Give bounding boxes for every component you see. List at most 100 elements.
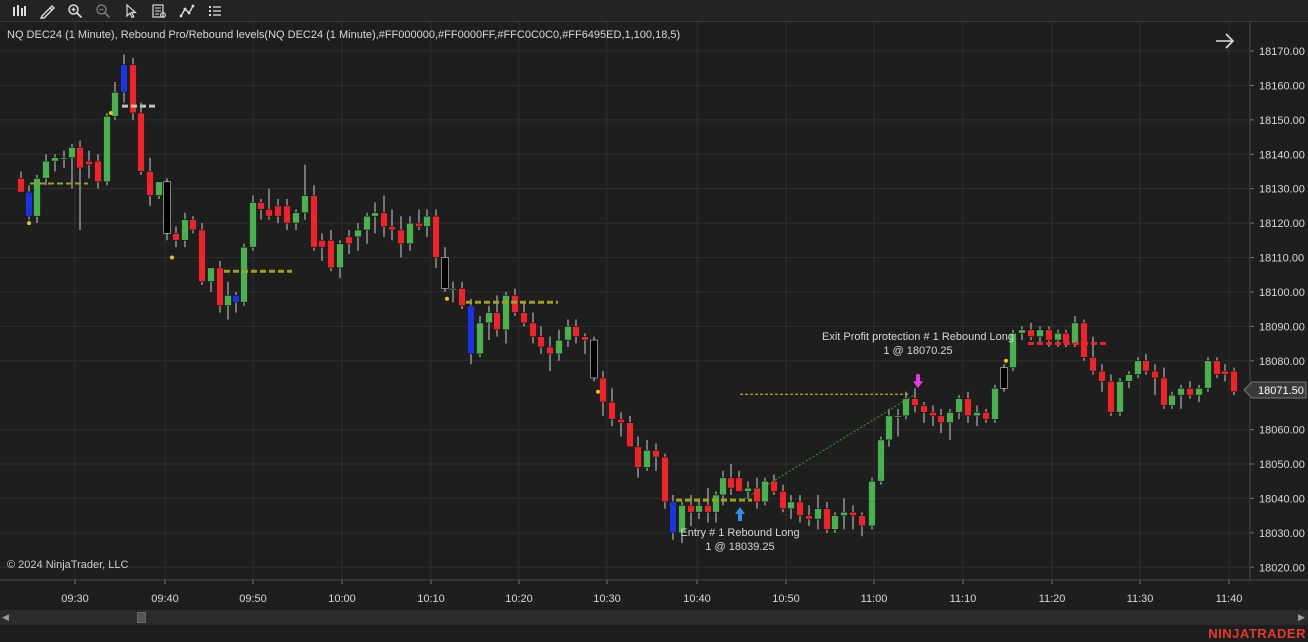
zoom-in-icon[interactable] [65, 1, 85, 20]
signal-dot [27, 221, 31, 226]
candle-body [661, 456, 669, 503]
candle-body [1213, 360, 1221, 375]
candle-body [42, 160, 50, 179]
time-label: 10:40 [683, 593, 711, 605]
time-label: 11:40 [1216, 593, 1243, 605]
properties-icon[interactable] [205, 1, 225, 20]
time-label: 09:30 [61, 593, 89, 605]
price-label: 18170.00 [1259, 46, 1305, 58]
candle-body [529, 322, 537, 337]
candle-body [380, 212, 388, 227]
candle-body [982, 412, 990, 420]
price-label: 18100.00 [1259, 287, 1305, 299]
candle-body [849, 511, 857, 516]
candle-body [911, 398, 919, 406]
data-box-icon[interactable] [149, 1, 169, 20]
chart-toolbar [0, 0, 1308, 22]
bar-type-icon[interactable] [9, 1, 29, 20]
candle-body [1027, 329, 1035, 337]
price-chart[interactable]: 18170.00 18160.00 18150.00 18140.00 18130.00… [0, 22, 1308, 610]
candle-body [1125, 374, 1133, 382]
candle-body [546, 346, 554, 355]
candle-body [137, 112, 145, 172]
arrow-right-icon[interactable] [1214, 32, 1236, 50]
pointer-icon[interactable] [121, 1, 141, 20]
candle-body [207, 267, 215, 282]
drawing-tools-icon[interactable] [37, 1, 57, 20]
candle-body [292, 212, 300, 224]
signal-dot [445, 296, 449, 301]
price-label: 18040.00 [1259, 493, 1305, 505]
candle-body [1089, 357, 1097, 372]
candle-body [485, 312, 493, 324]
entry-annotation-line2: 1 @ 18039.25 [705, 541, 774, 553]
candle-body [814, 508, 822, 520]
candle-body [327, 239, 335, 269]
time-label: 09:40 [151, 593, 179, 605]
candle-body [520, 312, 528, 324]
candle-body [1080, 322, 1088, 358]
candle-body [929, 412, 937, 417]
exit-arrow-icon [913, 374, 923, 389]
scroll-thumb[interactable] [137, 612, 146, 623]
candle-body [704, 505, 712, 513]
time-label: 10:00 [328, 593, 356, 605]
candle-body [1177, 387, 1185, 396]
candle-body [232, 295, 240, 303]
candle-body [274, 205, 282, 217]
chart-panel[interactable]: 18170.00 18160.00 18150.00 18140.00 18130.00… [0, 22, 1308, 610]
candle-body [345, 236, 353, 245]
candle-body [423, 215, 431, 227]
current-price-label: 18071.50 [1258, 385, 1304, 397]
candle-body [76, 147, 84, 169]
candle-body [652, 449, 660, 458]
price-label: 18050.00 [1259, 459, 1305, 471]
entry-arrow-icon [735, 507, 745, 522]
candle-body [868, 480, 876, 527]
indicators-icon[interactable] [177, 1, 197, 20]
price-label: 18090.00 [1259, 321, 1305, 333]
candle-body [1018, 329, 1026, 334]
candle-body [805, 515, 813, 520]
price-label: 18160.00 [1259, 80, 1305, 92]
candle-body [744, 487, 752, 492]
chart-title: NQ DEC24 (1 Minute), Rebound Pro/Rebound… [7, 29, 681, 41]
candle-body [695, 505, 703, 513]
price-label: 18080.00 [1259, 356, 1305, 368]
candle-body [1134, 360, 1142, 375]
zoom-out-icon[interactable] [93, 1, 113, 20]
candle-body [1151, 370, 1159, 379]
price-label: 18150.00 [1259, 115, 1305, 127]
candle-body [172, 233, 180, 241]
candle-body [51, 157, 59, 162]
candle-body [371, 212, 379, 217]
candle-body [415, 222, 423, 227]
candle-body [719, 477, 727, 496]
candle-body [511, 295, 519, 313]
candle-body [537, 336, 545, 348]
candle-body [397, 229, 405, 245]
candle-body [877, 439, 885, 482]
candle-body [937, 415, 945, 424]
copyright-text: © 2024 NinjaTrader, LLC [7, 559, 129, 571]
scroll-left-icon[interactable]: ◀ [2, 613, 10, 622]
candle-body [608, 401, 616, 420]
scroll-right-icon[interactable]: ▶ [1298, 613, 1306, 622]
horizontal-scrollbar[interactable]: ◀ ▶ [0, 610, 1308, 625]
exit-annotation-line1: Exit Profit protection # 1 Rebound Long [822, 331, 1014, 343]
candle-body [25, 191, 33, 217]
candle-body [572, 326, 580, 337]
candle-body [17, 178, 25, 193]
candle-body [1230, 370, 1238, 393]
candle-body [946, 412, 954, 424]
time-label: 10:20 [505, 593, 533, 605]
candle-body [249, 202, 257, 248]
candle-body [363, 215, 371, 231]
price-label: 18120.00 [1259, 218, 1305, 230]
signal-dot [170, 255, 174, 260]
candle-body [60, 157, 68, 160]
time-label: 11:10 [950, 593, 977, 605]
candle-body [476, 322, 484, 355]
candle-body [441, 257, 449, 289]
candle-body [894, 415, 902, 418]
